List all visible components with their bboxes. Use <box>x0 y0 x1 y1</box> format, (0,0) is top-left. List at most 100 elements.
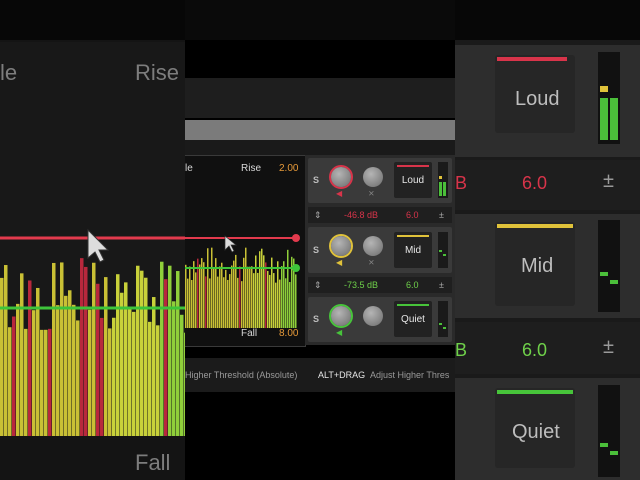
band-label-mid: Mid <box>404 245 422 256</box>
spectrum-graph[interactable]: le Rise 2.00 Fall 8.00 <box>185 155 306 347</box>
spectrum-bar <box>191 280 193 328</box>
spectrum-bar <box>136 265 140 436</box>
spectrum-bar <box>241 281 243 328</box>
mix-knob-loud[interactable] <box>363 167 383 187</box>
spectrum-bar <box>209 278 211 328</box>
spectrum-bar <box>8 327 12 436</box>
zoom-right-top-band <box>455 0 640 40</box>
threshold-value-loud[interactable]: -46.8 dB <box>344 207 378 223</box>
spectrum-bar <box>172 301 176 436</box>
band-label-quiet: Quiet <box>401 314 425 325</box>
plusminus-button-loud[interactable]: ± <box>439 207 444 223</box>
spectrum-bar <box>189 266 191 328</box>
mix-icon: ⨯ <box>368 258 375 267</box>
mix-knob-quiet[interactable] <box>363 306 383 326</box>
solo-button-quiet[interactable]: S <box>313 314 319 324</box>
spectrum-bar <box>207 248 209 328</box>
spectrum-bar <box>100 317 104 436</box>
spectrum-bar <box>255 255 257 328</box>
threshold-value-mid[interactable]: -73.5 dB <box>344 277 378 293</box>
spectrum-bar <box>231 265 233 328</box>
band-color-bar-loud <box>397 165 429 167</box>
mix-icon: ⨯ <box>368 189 375 198</box>
ratio-value-loud[interactable]: 6.0 <box>406 207 419 223</box>
spectrum-bar <box>160 261 164 436</box>
zoomed-controls-background: Loud B 6.0 ± Mid B 6.0 ± Quiet <box>455 0 640 480</box>
gain-knob-quiet[interactable] <box>331 306 351 326</box>
spectrum-bar <box>128 308 132 436</box>
spectrum-bar <box>156 325 160 436</box>
spectrum-bar <box>233 260 235 328</box>
spectrum-bar <box>104 277 108 436</box>
spectrum-bar <box>68 290 72 436</box>
status-hint-2: Adjust Higher Thres <box>370 370 450 380</box>
zoom-rise-label: Rise <box>135 60 180 85</box>
spectrum-plot[interactable] <box>185 216 303 328</box>
zoom-loud-ratio: 6.0 <box>522 173 548 193</box>
spectrum-bar <box>289 281 291 328</box>
spectrum-bar <box>52 262 56 436</box>
spectrum-bar <box>273 273 275 328</box>
spectrum-bar <box>152 297 156 436</box>
meter-quiet <box>438 301 448 337</box>
speaker-icon: ◀ <box>336 189 343 198</box>
spectrum-bar <box>267 270 269 328</box>
fall-label: Fall <box>241 328 258 339</box>
spectrum-bar <box>32 310 36 436</box>
spectrum-bar <box>164 279 168 436</box>
zoom-fall-label: Fall <box>135 450 171 475</box>
fall-value[interactable]: 8.00 <box>279 328 298 339</box>
spectrum-bar <box>60 262 64 436</box>
spectrum-bar <box>219 266 221 328</box>
spectrum-bar <box>245 247 247 328</box>
band-loud: S ◀ ⨯ Loud <box>308 158 452 203</box>
stepper-icon[interactable]: ⇕ <box>314 207 322 223</box>
zoom-loud-meter <box>598 52 620 144</box>
band-label-loud: Loud <box>401 175 425 186</box>
gain-knob-loud[interactable] <box>331 167 351 187</box>
spectrum-bar <box>176 271 180 436</box>
spectrum-bar <box>36 287 40 436</box>
solo-button-loud[interactable]: S <box>313 175 319 185</box>
spectrum-bar <box>0 277 4 436</box>
stepper-icon[interactable]: ⇕ <box>314 277 322 293</box>
band-box-loud[interactable]: Loud <box>394 162 432 198</box>
band-box-quiet[interactable]: Quiet <box>394 301 432 337</box>
plusminus-button-mid[interactable]: ± <box>439 277 444 293</box>
spectrum-bar <box>20 273 24 436</box>
spectrum-bar <box>72 304 76 436</box>
status-hint: Higher Threshold (Absolute) <box>185 370 298 380</box>
rise-value[interactable]: 2.00 <box>279 163 298 174</box>
spectrum-bar <box>12 316 16 436</box>
spectrum-bar <box>132 311 136 436</box>
spectrum-bar <box>148 321 152 436</box>
spectrum-bar <box>221 262 223 328</box>
band-box-mid[interactable]: Mid <box>394 232 432 268</box>
solo-button-mid[interactable]: S <box>313 245 319 255</box>
meter-mid <box>438 232 448 268</box>
zoom-spectrum-bars <box>0 258 185 436</box>
spectrum-bar <box>44 329 48 436</box>
gain-knob-mid[interactable] <box>331 236 351 256</box>
spectrum-bar <box>213 267 215 328</box>
zoom-mid-label: Mid <box>521 255 554 277</box>
graph-partial-label: le <box>185 163 193 174</box>
spectrum-bar <box>140 270 144 436</box>
spectrum-bar <box>197 258 199 328</box>
spectrum-bar <box>80 258 84 436</box>
zoom-quiet-db-partial: B <box>455 340 468 360</box>
ratio-value-mid[interactable]: 6.0 <box>406 277 419 293</box>
band-quiet: S ◀ Quiet <box>308 297 452 342</box>
zoom-mid-plusminus: ± <box>603 336 614 358</box>
zoom-top-band <box>0 0 185 40</box>
spectrum-bar <box>28 280 32 436</box>
spectrum-bar <box>180 314 184 436</box>
spectrum-bar <box>281 266 283 328</box>
band-mid: S ◀ ⨯ Mid <box>308 227 452 273</box>
mix-knob-mid[interactable] <box>363 236 383 256</box>
spectrum-bar <box>237 277 239 328</box>
spectrum-bar <box>257 272 259 328</box>
spectrum-bar <box>76 320 80 436</box>
spectrum-bar <box>295 274 297 328</box>
readout-loud: ⇕ -46.8 dB 6.0 ± <box>308 207 452 223</box>
